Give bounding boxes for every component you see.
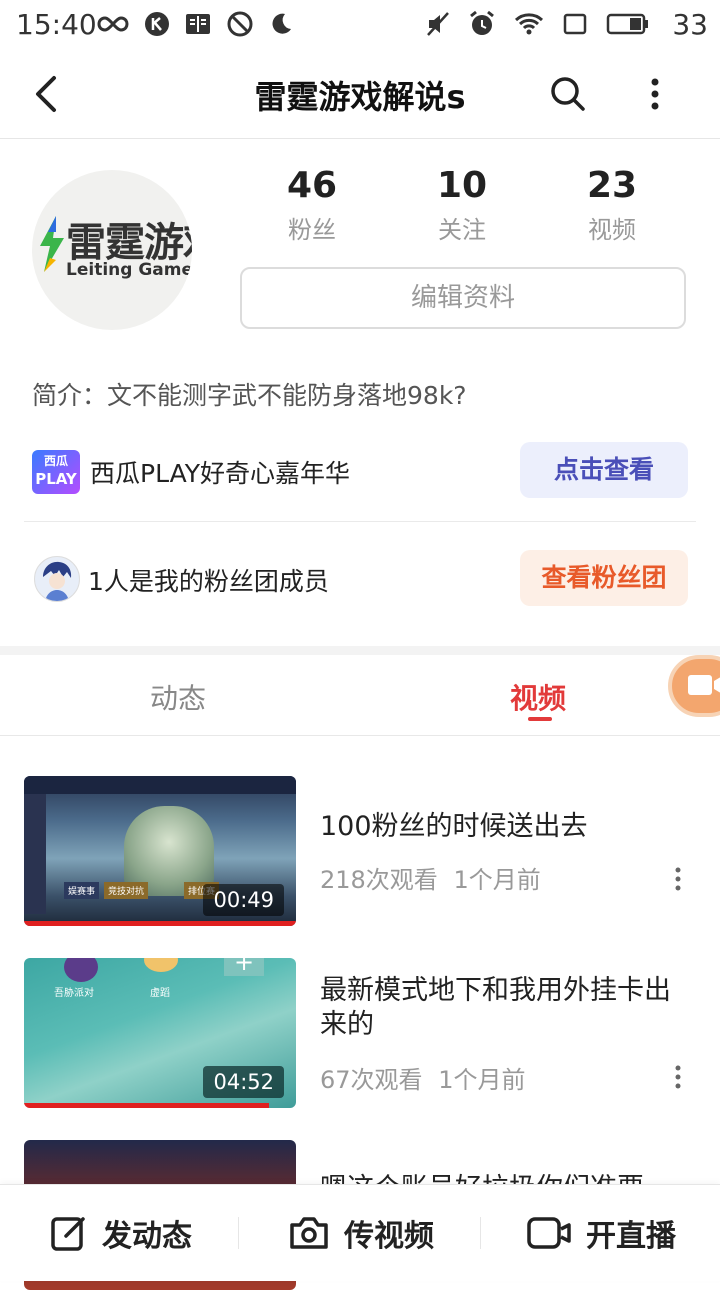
video-title[interactable]: 100粉丝的时候送出去	[320, 810, 690, 844]
thumb-plus: +	[224, 958, 264, 976]
infinity-icon	[97, 16, 129, 32]
battery-icon	[606, 13, 648, 35]
video-meta: 218次观看 1个月前	[320, 860, 541, 895]
video-item[interactable]: + 吾胁派对 虚蹈 04:52 最新模式地下和我用外挂卡出来的 67次观看 1个…	[24, 958, 696, 1108]
wifi-icon	[514, 13, 544, 35]
floating-video-button[interactable]	[668, 655, 720, 717]
stat-following[interactable]: 10 关注	[402, 165, 522, 245]
video-item[interactable]: 娱赛事 竞技对抗 排位赛 00:49 100粉丝的时候送出去 218次观看 1个…	[24, 776, 696, 926]
video-time: 1个月前	[453, 866, 541, 894]
block-icon	[227, 11, 253, 37]
post-update-button[interactable]: 发动态	[50, 1211, 192, 1255]
badge-line-2: PLAY	[35, 470, 77, 488]
stat-value: 10	[436, 165, 488, 206]
video-time: 1个月前	[438, 1066, 526, 1094]
alarm-icon	[470, 10, 494, 35]
thumb-label: 竞技对抗	[104, 882, 149, 899]
status-time: 15:40	[16, 8, 97, 41]
bottom-divider	[480, 1217, 481, 1249]
video-title[interactable]: 最新模式地下和我用外挂卡出来的	[320, 974, 690, 1042]
view-fan-club-button[interactable]: 查看粉丝团	[520, 550, 688, 606]
xigua-play-badge: 西瓜 PLAY	[32, 450, 80, 494]
anime-avatar-icon	[43, 561, 72, 601]
video-more-button[interactable]	[668, 864, 688, 894]
lightning-logo-icon	[40, 216, 64, 272]
stat-label: 粉丝	[288, 216, 336, 244]
tab-videos[interactable]: 视频	[510, 677, 566, 717]
video-duration: 00:49	[203, 884, 284, 916]
status-bar: 15:40 33	[0, 0, 720, 50]
mute-icon	[427, 12, 449, 36]
promo-text: 西瓜PLAY好奇心嘉年华	[90, 459, 351, 488]
video-more-button[interactable]	[668, 1062, 688, 1092]
battery-level: 33	[672, 8, 708, 41]
video-camera-icon	[527, 1217, 571, 1249]
video-views: 218次观看	[320, 866, 438, 894]
post-update-label: 发动态	[102, 1219, 192, 1254]
content-tabs: 动态 视频	[0, 655, 720, 736]
status-right-icons	[426, 10, 650, 38]
search-button[interactable]	[548, 74, 588, 114]
edit-profile-button[interactable]: 编辑资料	[240, 267, 686, 329]
title-bar: 雷霆游戏解说s	[0, 50, 720, 139]
stat-followers[interactable]: 46 粉丝	[252, 165, 372, 245]
screen-icon	[563, 13, 587, 35]
video-progress-bar	[24, 1103, 269, 1108]
bottom-action-bar: 发动态 传视频 开直播	[0, 1184, 720, 1281]
moon-icon	[272, 13, 291, 34]
bottom-divider	[238, 1217, 239, 1249]
fan-club-row: 1人是我的粉丝团成员 查看粉丝团	[24, 540, 696, 620]
view-promo-button[interactable]: 点击查看	[520, 442, 688, 498]
badge-line-1: 西瓜	[43, 454, 68, 468]
stat-value: 46	[286, 165, 338, 206]
upload-video-label: 传视频	[344, 1219, 434, 1254]
video-duration: 04:52	[203, 1066, 284, 1098]
more-vertical-icon	[675, 1065, 681, 1089]
upload-video-button[interactable]: 传视频	[288, 1211, 434, 1255]
search-icon	[551, 77, 585, 111]
more-button[interactable]	[640, 74, 670, 114]
status-left-icons	[96, 10, 294, 38]
thumb-orb	[144, 958, 178, 972]
fan-club-text: 1人是我的粉丝团成员	[88, 567, 329, 596]
go-live-button[interactable]: 开直播	[526, 1211, 676, 1255]
stat-videos[interactable]: 23 视频	[552, 165, 672, 245]
page-title: 雷霆游戏解说s	[254, 78, 466, 116]
k-app-icon	[145, 12, 169, 36]
fan-avatar[interactable]	[34, 556, 80, 602]
edit-icon	[51, 1217, 85, 1251]
bio-text: 简介：文不能测字武不能防身落地98k?	[32, 381, 467, 410]
go-live-label: 开直播	[586, 1219, 676, 1254]
book-icon	[186, 14, 210, 34]
more-vertical-icon	[675, 867, 681, 891]
thumb-hud-top	[24, 776, 296, 794]
section-separator	[0, 646, 720, 655]
video-camera-icon	[688, 675, 720, 695]
video-thumbnail[interactable]: 娱赛事 竞技对抗 排位赛 00:49	[24, 776, 296, 926]
thumb-orb	[64, 958, 98, 982]
thumb-label: 吾胁派对	[54, 988, 94, 999]
video-meta: 67次观看 1个月前	[320, 1060, 525, 1095]
stat-label: 视频	[588, 216, 636, 244]
thumb-label: 娱赛事	[64, 882, 100, 899]
avatar-logo-subtext: Leiting Games	[66, 260, 192, 280]
divider	[24, 521, 696, 522]
active-tab-indicator	[528, 717, 552, 721]
thumb-side-panel	[24, 794, 46, 914]
camera-icon	[290, 1217, 328, 1249]
tab-posts[interactable]: 动态	[150, 677, 206, 717]
video-progress-bar	[24, 921, 296, 926]
video-views: 67次观看	[320, 1066, 423, 1094]
video-thumbnail[interactable]: + 吾胁派对 虚蹈 04:52	[24, 958, 296, 1108]
more-vertical-icon	[651, 78, 659, 110]
thumb-label: 虚蹈	[150, 988, 170, 999]
promo-row: 西瓜 PLAY 西瓜PLAY好奇心嘉年华 点击查看	[24, 432, 696, 512]
avatar[interactable]: 雷霆游戏 Leiting Games	[32, 170, 192, 330]
stat-value: 23	[586, 165, 638, 206]
stat-label: 关注	[438, 216, 486, 244]
